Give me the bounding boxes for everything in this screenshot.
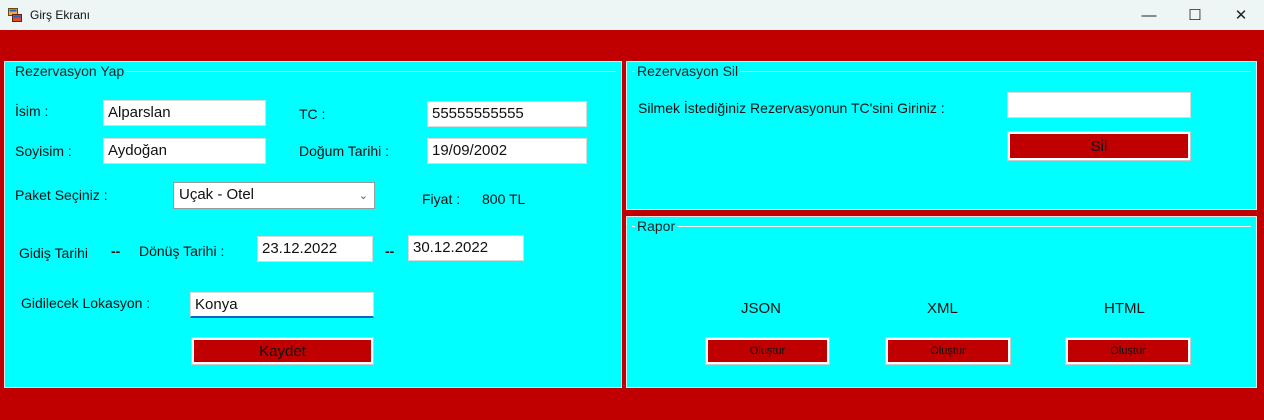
json-create-button[interactable]: Oluştur [706, 338, 829, 364]
close-icon: ✕ [1234, 7, 1248, 24]
maximize-icon: ☐ [1188, 7, 1202, 24]
birth-date-label: Doğum Tarihi : [299, 143, 390, 159]
json-label: JSON [741, 300, 782, 317]
separator: -- [385, 243, 395, 259]
departure-label: Gidiş Tarihi [19, 245, 88, 261]
package-selected-value: Uçak - Otel [179, 186, 255, 203]
maximize-button[interactable]: ☐ [1172, 0, 1218, 30]
location-input[interactable]: Konya [190, 292, 374, 318]
xml-create-button[interactable]: Oluştur [886, 338, 1010, 364]
xml-label: XML [927, 300, 958, 317]
save-button[interactable]: Kaydet [192, 338, 373, 364]
report-group: Rapor JSON Oluştur XML Oluştur HTML Oluş… [626, 216, 1257, 388]
close-button[interactable]: ✕ [1218, 0, 1264, 30]
name-label: İsim : [15, 103, 49, 119]
window-title: Girş Ekranı [30, 8, 91, 22]
name-input[interactable]: Alparslan [103, 100, 266, 126]
delete-button[interactable]: Sil [1008, 132, 1190, 160]
tc-label: TC : [299, 106, 326, 122]
return-date-input[interactable]: 30.12.2022 [408, 235, 524, 261]
tc-input[interactable]: 55555555555 [427, 101, 587, 127]
delete-group-title: Rezervasyon Sil [635, 63, 741, 79]
html-create-button[interactable]: Oluştur [1066, 338, 1190, 364]
return-label: Dönüş Tarihi : [139, 243, 225, 259]
price-label: Fiyat : [422, 191, 461, 207]
separator: -- [111, 243, 121, 259]
delete-tc-input[interactable] [1007, 92, 1191, 118]
surname-label: Soyisim : [15, 143, 72, 159]
departure-date-input[interactable]: 23.12.2022 [257, 236, 373, 262]
package-select[interactable]: Uçak - Otel ⌄ [173, 182, 375, 209]
birth-date-input[interactable]: 19/09/2002 [427, 138, 587, 164]
title-bar: Girş Ekranı — ☐ ✕ [0, 0, 1264, 30]
delete-prompt: Silmek İstediğiniz Rezervasyonun TC'sini… [638, 100, 945, 116]
location-label: Gidilecek Lokasyon : [21, 295, 151, 311]
price-value: 800 TL [482, 191, 526, 207]
group-border-line [632, 226, 1251, 227]
package-label: Paket Seçiniz : [15, 187, 108, 203]
report-group-title: Rapor [635, 218, 678, 234]
app-icon [8, 8, 22, 22]
html-label: HTML [1104, 300, 1145, 317]
reservation-group-title: Rezervasyon Yap [13, 63, 127, 79]
minimize-icon: — [1141, 6, 1157, 24]
chevron-down-icon: ⌄ [358, 190, 368, 202]
delete-group: Rezervasyon Sil Silmek İstediğiniz Rezer… [626, 61, 1257, 210]
reservation-group: Rezervasyon Yap İsim : Alparslan TC : 55… [4, 61, 622, 388]
minimize-button[interactable]: — [1126, 0, 1172, 30]
surname-input[interactable]: Aydoğan [103, 138, 266, 164]
